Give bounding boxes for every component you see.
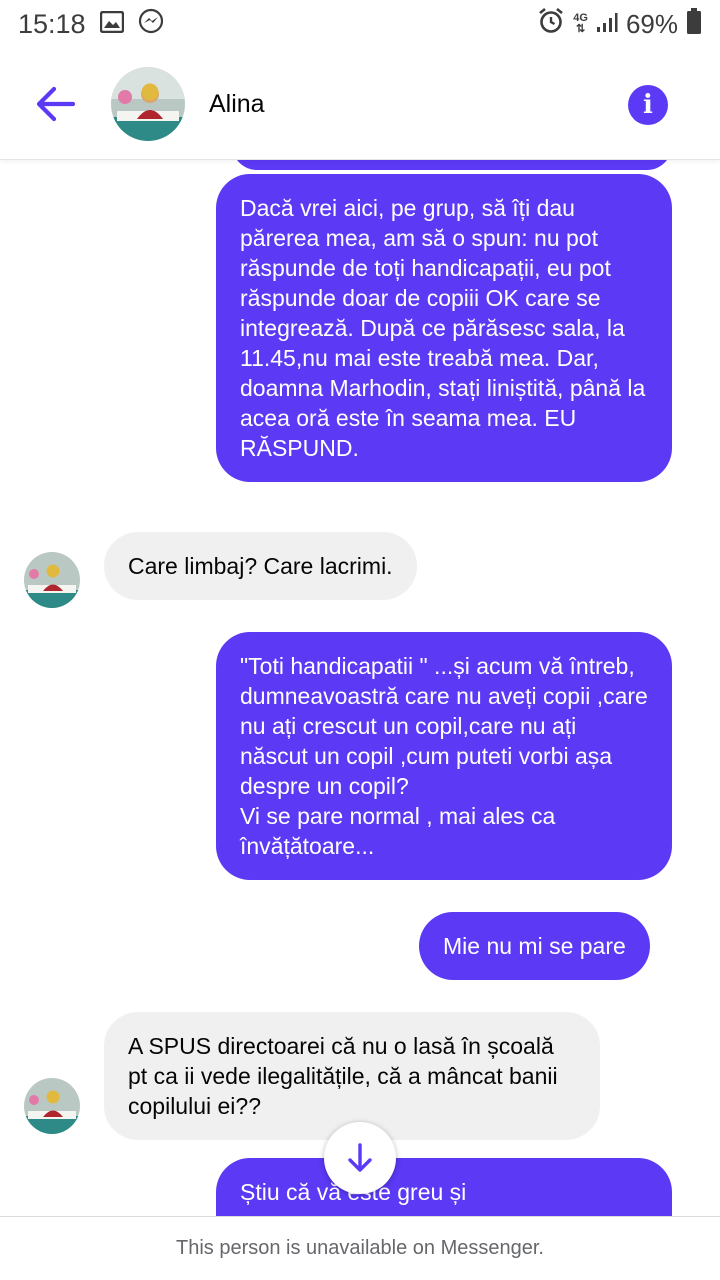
info-button[interactable]: i <box>628 85 668 125</box>
back-button[interactable] <box>34 84 76 124</box>
image-icon <box>99 9 124 40</box>
message-bubble-incoming[interactable]: Care limbaj? Care lacrimi. <box>104 532 417 600</box>
unavailable-notice: This person is unavailable on Messenger. <box>0 1216 720 1280</box>
message-bubble-outgoing[interactable]: Mie nu mi se pare <box>419 912 650 980</box>
info-icon: i <box>643 90 653 120</box>
signal-icon <box>596 9 618 40</box>
sender-avatar[interactable] <box>24 1078 80 1134</box>
arrow-left-icon <box>36 86 76 122</box>
message-bubble-outgoing-partial[interactable] <box>232 160 672 170</box>
status-time: 15:18 <box>18 8 86 39</box>
message-bubble-incoming[interactable]: A SPUS directoarei că nu o lasă în școal… <box>104 1012 600 1140</box>
unavailable-notice-text: This person is unavailable on Messenger. <box>176 1237 544 1259</box>
message-bubble-outgoing[interactable]: "Toti handicapatii " ...și acum vă între… <box>216 632 672 880</box>
sender-avatar[interactable] <box>24 552 80 608</box>
status-bar: 15:18 4G ⇅ 69% <box>0 0 720 48</box>
network-indicator: 4G ⇅ <box>573 13 588 35</box>
contact-avatar[interactable] <box>111 67 185 141</box>
message-bubble-outgoing[interactable]: Știu că vă este greu și <box>216 1158 672 1216</box>
battery-icon <box>686 7 702 42</box>
data-arrows-icon: ⇅ <box>576 23 586 35</box>
contact-name[interactable]: Alina <box>209 90 265 119</box>
conversation-header: Alina i <box>0 48 720 160</box>
arrow-down-icon <box>348 1143 372 1172</box>
messenger-icon <box>138 8 164 41</box>
alarm-icon <box>537 7 565 42</box>
message-list[interactable]: Dacă vrei aici, pe grup, să îți dau păre… <box>0 160 720 1216</box>
scroll-to-bottom-button[interactable] <box>324 1122 396 1194</box>
message-bubble-outgoing[interactable]: Dacă vrei aici, pe grup, să îți dau păre… <box>216 174 672 482</box>
battery-percent: 69% <box>625 8 678 39</box>
